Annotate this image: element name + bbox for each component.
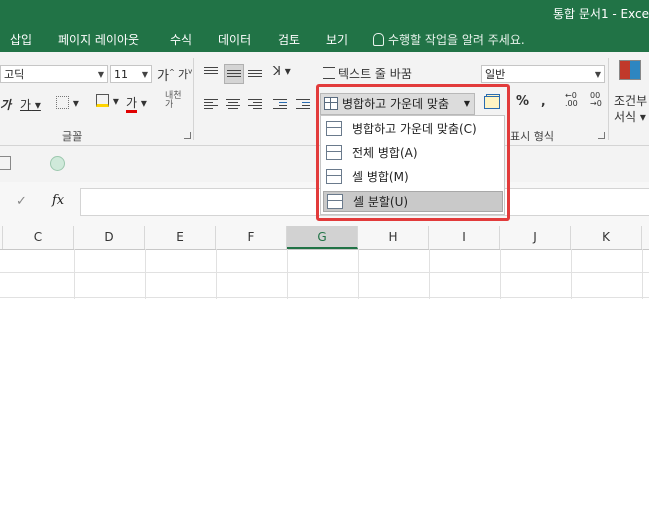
align-top-icon[interactable] bbox=[204, 66, 218, 78]
circle-icon[interactable] bbox=[50, 156, 65, 171]
col-line bbox=[429, 249, 430, 299]
conditional-format-button-2[interactable]: 서식 ▾ bbox=[614, 108, 646, 125]
lightbulb-icon bbox=[373, 33, 384, 46]
tell-me-box[interactable]: 수행할 작업을 알려 주세요. bbox=[373, 31, 525, 48]
paint-bucket-icon bbox=[96, 94, 109, 107]
increase-indent-icon[interactable] bbox=[296, 98, 310, 110]
column-header-d[interactable]: D bbox=[74, 226, 145, 249]
align-right-icon[interactable] bbox=[248, 98, 262, 110]
col-line bbox=[287, 249, 288, 299]
enter-icon[interactable]: ✓ bbox=[16, 194, 27, 209]
number-dialog-launcher[interactable] bbox=[598, 132, 605, 139]
col-line bbox=[74, 249, 75, 299]
borders-button[interactable]: ▾ bbox=[56, 96, 79, 110]
shrink-font-label: 가 bbox=[178, 68, 189, 81]
wrap-text-icon bbox=[323, 67, 335, 79]
column-header-e[interactable]: E bbox=[145, 226, 216, 249]
percent-label: % bbox=[516, 94, 530, 109]
font-size-value: 11 bbox=[114, 68, 128, 81]
conditional-format-button[interactable]: 조건부 bbox=[614, 92, 647, 109]
shrink-font-button[interactable]: 가v bbox=[178, 66, 192, 82]
wrap-text-button[interactable]: 텍스트 줄 바꿈 bbox=[323, 65, 412, 82]
conditional-format-icon[interactable] bbox=[619, 60, 641, 83]
underline-label: 가 bbox=[20, 98, 32, 112]
column-header-k[interactable]: K bbox=[571, 226, 642, 249]
group-separator bbox=[193, 58, 194, 140]
col-line bbox=[358, 249, 359, 299]
align-left-icon[interactable] bbox=[204, 98, 218, 110]
number-format-value: 일반 bbox=[485, 68, 506, 81]
chevron-down-icon: ▼ bbox=[594, 70, 601, 79]
font-dialog-launcher[interactable] bbox=[184, 132, 191, 139]
grow-font-button[interactable]: 가^ bbox=[157, 65, 175, 84]
row-line bbox=[0, 297, 649, 298]
insert-function-icon[interactable]: fx bbox=[52, 193, 64, 208]
column-headers: C D E F G H I J K bbox=[0, 226, 649, 250]
grow-font-label: 가 bbox=[157, 69, 169, 84]
number-group-label: 표시 형식 bbox=[510, 130, 554, 143]
font-size-select[interactable]: 11 ▼ bbox=[110, 65, 152, 83]
row-line bbox=[0, 272, 649, 273]
increase-decimal-button[interactable]: ←0.00 bbox=[565, 92, 578, 108]
tell-me-text: 수행할 작업을 알려 주세요. bbox=[388, 33, 525, 47]
comma-style-button[interactable]: , bbox=[541, 94, 546, 108]
col-line bbox=[216, 249, 217, 299]
highlight-box bbox=[316, 84, 510, 221]
sheet-icon[interactable] bbox=[0, 156, 11, 170]
cell-grid[interactable] bbox=[0, 249, 649, 309]
tab-page-layout[interactable]: 페이지 레이아웃 bbox=[58, 31, 139, 48]
column-header-f[interactable]: F bbox=[216, 226, 287, 249]
column-header-c[interactable]: C bbox=[3, 226, 74, 249]
fill-color-button[interactable]: ▾ bbox=[96, 94, 119, 108]
col-line bbox=[500, 249, 501, 299]
decrease-decimal-button[interactable]: 00 →0 bbox=[590, 92, 602, 108]
borders-icon bbox=[56, 96, 69, 109]
tab-view[interactable]: 보기 bbox=[326, 31, 348, 48]
tab-insert[interactable]: 삽입 bbox=[10, 31, 32, 48]
phonetic-button[interactable]: 내천 가 bbox=[165, 92, 182, 110]
font-color-label: 가 bbox=[126, 96, 138, 113]
align-bottom-icon[interactable] bbox=[248, 66, 262, 78]
col-line bbox=[642, 249, 643, 299]
chevron-down-icon: ▼ bbox=[97, 70, 104, 79]
tab-formulas[interactable]: 수식 bbox=[170, 31, 192, 48]
tab-review[interactable]: 검토 bbox=[278, 31, 300, 48]
group-separator bbox=[608, 58, 609, 140]
ribbon-tabs: 삽입 페이지 레이아웃 수식 데이터 검토 보기 수행할 작업을 알려 주세요. bbox=[0, 26, 649, 52]
cond-format-label-1: 조건부 bbox=[614, 94, 648, 108]
title-bar: 통합 문서1 - Exce bbox=[0, 0, 649, 26]
wrap-text-label: 텍스트 줄 바꿈 bbox=[338, 67, 412, 81]
window-title: 통합 문서1 - Exce bbox=[552, 7, 649, 21]
orientation-icon: ꓘ bbox=[273, 64, 281, 78]
orientation-button[interactable]: ꓘ ▾ bbox=[273, 64, 291, 78]
align-middle-icon[interactable] bbox=[224, 64, 244, 84]
col-line bbox=[571, 249, 572, 299]
underline-button[interactable]: 가 ▾ bbox=[20, 96, 41, 113]
decrease-indent-icon[interactable] bbox=[273, 98, 287, 110]
column-header-j[interactable]: J bbox=[500, 226, 571, 249]
chevron-down-icon: ▼ bbox=[141, 70, 148, 79]
column-header-g[interactable]: G bbox=[287, 226, 358, 249]
column-header-i[interactable]: I bbox=[429, 226, 500, 249]
font-name-select[interactable]: 고딕 ▼ bbox=[0, 65, 108, 83]
tab-data[interactable]: 데이터 bbox=[218, 31, 251, 48]
percent-style-button[interactable]: % bbox=[516, 94, 529, 109]
font-name-value: 고딕 bbox=[4, 68, 25, 81]
font-group-label: 글꼴 bbox=[62, 130, 83, 143]
decimal-label: 0 bbox=[590, 91, 596, 100]
column-header-h[interactable]: H bbox=[358, 226, 429, 249]
font-color-button[interactable]: 가 ▾ bbox=[126, 94, 147, 113]
number-format-select[interactable]: 일반 ▼ bbox=[481, 65, 605, 83]
col-line bbox=[145, 249, 146, 299]
italic-button[interactable]: 가 bbox=[0, 96, 11, 113]
align-center-icon[interactable] bbox=[226, 98, 240, 110]
cond-format-label-2: 서식 bbox=[614, 110, 637, 124]
